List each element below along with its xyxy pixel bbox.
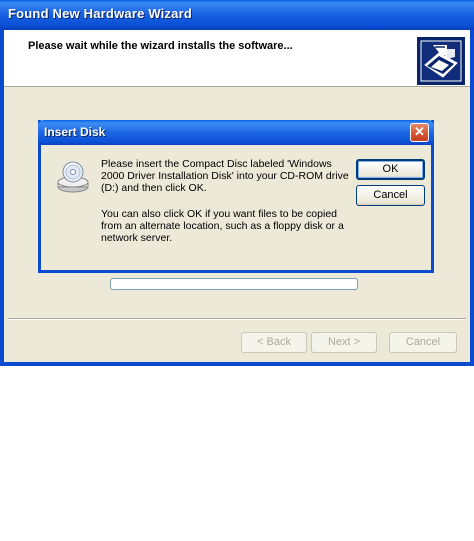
- dialog-message-insert: Please insert the Compact Disc labeled '…: [101, 158, 349, 194]
- wizard-title: Found New Hardware Wizard: [8, 6, 193, 21]
- dialog-message-alternate: You can also click OK if you want files …: [101, 208, 344, 244]
- dialog-titlebar[interactable]: Insert Disk ✕: [38, 120, 434, 145]
- insert-disk-dialog: Insert Disk ✕ Please insert the Compact …: [38, 120, 434, 273]
- cd-drive-icon: [57, 161, 89, 193]
- wizard-cancel-button[interactable]: Cancel: [389, 332, 457, 353]
- install-progress-bar: [110, 278, 358, 290]
- wizard-separator: [8, 318, 466, 320]
- wizard-header-text: Please wait while the wizard installs th…: [28, 40, 293, 52]
- dialog-cancel-button[interactable]: Cancel: [356, 185, 425, 206]
- dialog-title: Insert Disk: [44, 125, 106, 139]
- wizard-header: Please wait while the wizard installs th…: [4, 30, 470, 87]
- close-icon[interactable]: ✕: [410, 123, 429, 142]
- wizard-titlebar[interactable]: Found New Hardware Wizard: [0, 0, 474, 30]
- hardware-install-icon: [417, 37, 465, 85]
- window-frame-right: [470, 30, 474, 366]
- next-button[interactable]: Next >: [311, 332, 377, 353]
- ok-button[interactable]: OK: [356, 159, 425, 180]
- window-frame-bottom: [0, 362, 474, 366]
- back-button[interactable]: < Back: [241, 332, 307, 353]
